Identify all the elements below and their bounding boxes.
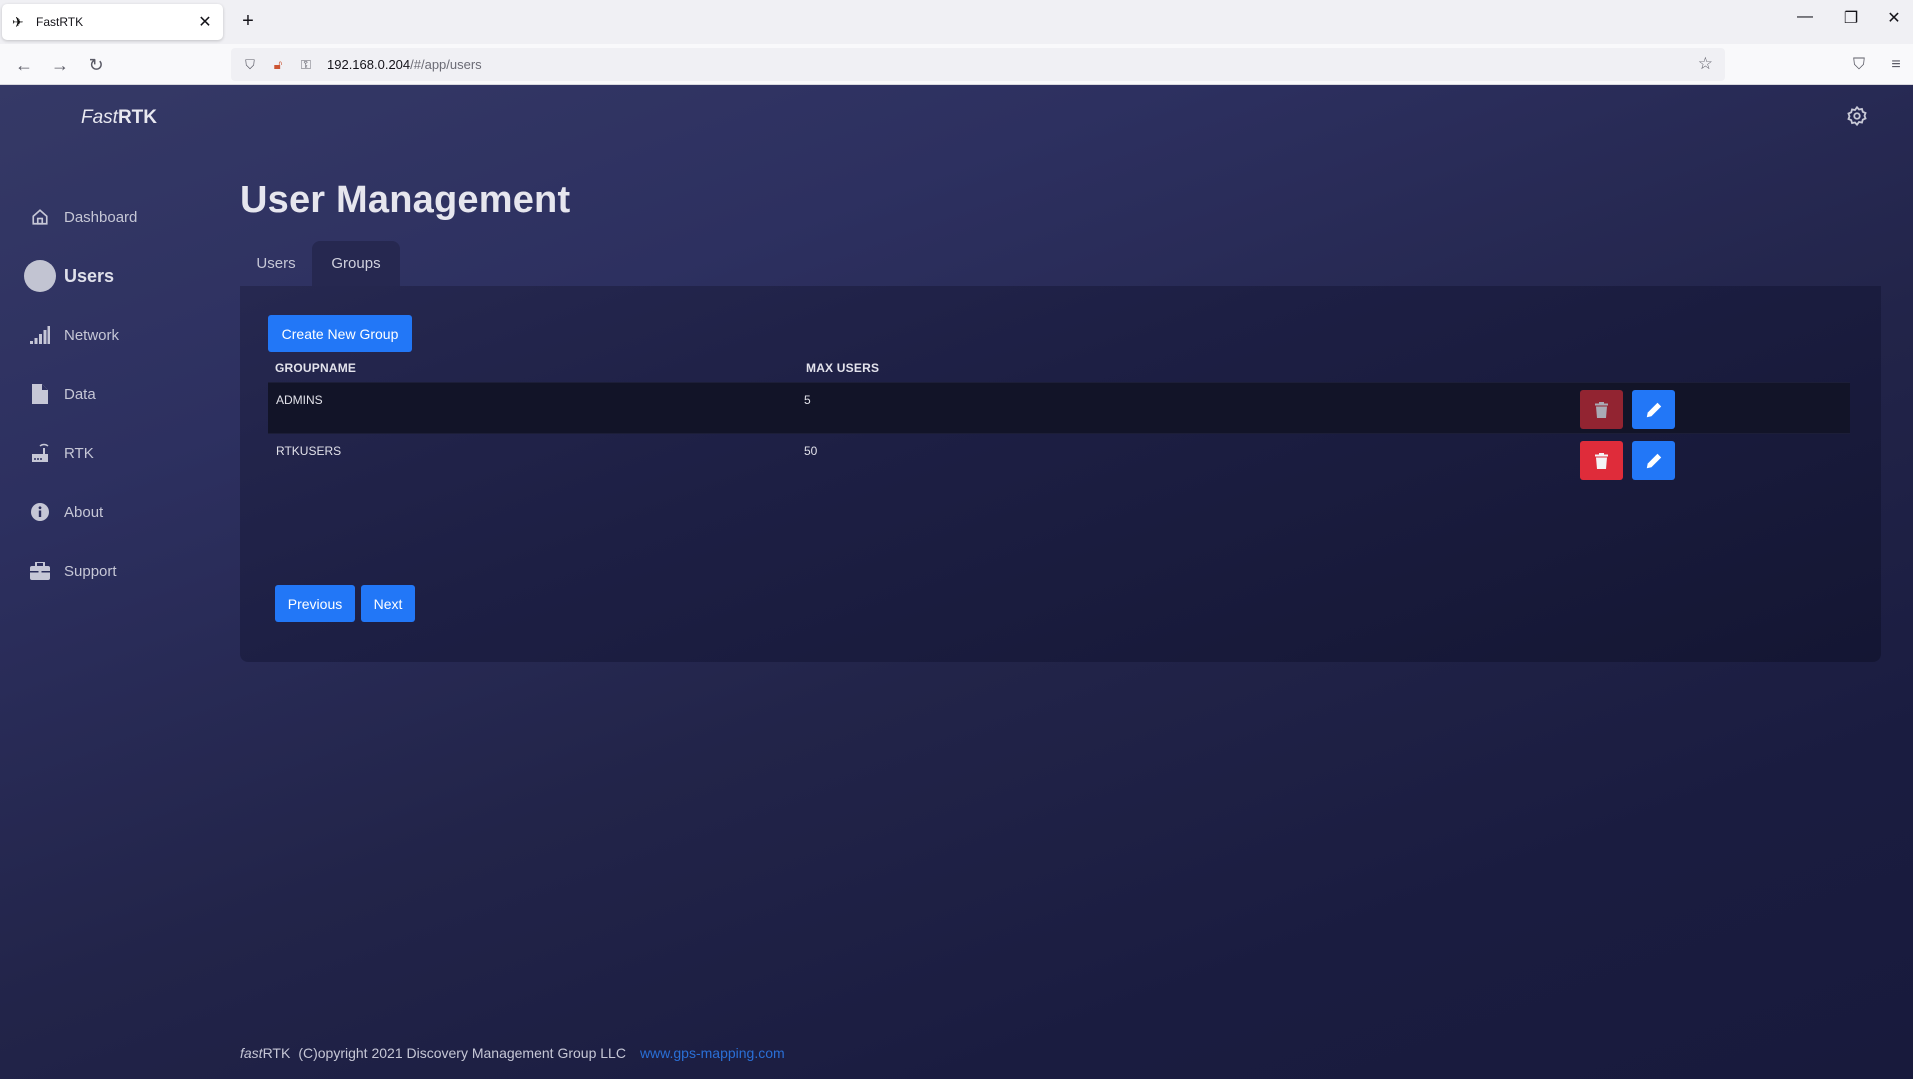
page-title: User Management xyxy=(240,179,571,221)
sidebar-item-about[interactable]: About xyxy=(28,497,103,527)
info-icon xyxy=(28,500,52,524)
pencil-icon xyxy=(1646,402,1661,417)
home-icon xyxy=(28,205,52,229)
max-users-cell: 50 xyxy=(804,444,818,458)
next-page-button[interactable]: Next xyxy=(361,585,415,622)
tab-users[interactable]: Users xyxy=(240,241,312,286)
groups-panel: Create New Group GROUPNAME MAX USERS ADM… xyxy=(240,286,1881,662)
sidebar-item-users[interactable]: Users xyxy=(24,260,115,292)
sidebar-item-dashboard[interactable]: Dashboard xyxy=(28,202,137,232)
footer-brand-rest: RTK xyxy=(262,1045,291,1061)
edit-group-button[interactable] xyxy=(1632,441,1675,480)
column-header-max-users: MAX USERS xyxy=(806,361,880,375)
footer-website-link[interactable]: www.gps-mapping.com xyxy=(640,1045,785,1061)
router-icon xyxy=(28,441,52,465)
pocket-icon[interactable]: ⛉ xyxy=(1846,52,1872,78)
create-new-group-button[interactable]: Create New Group xyxy=(268,315,412,352)
delete-group-button[interactable] xyxy=(1580,441,1623,480)
sidebar-item-label: Data xyxy=(64,385,96,403)
app-logo[interactable]: FastRTK xyxy=(81,107,157,129)
file-icon xyxy=(28,382,52,406)
shield-icon[interactable]: ⛉ xyxy=(243,57,257,73)
footer: fastRTK (C)opyright 2021 Discovery Manag… xyxy=(240,1045,785,1061)
close-tab-icon[interactable]: ✕ xyxy=(197,12,213,32)
delete-group-button[interactable] xyxy=(1580,390,1623,429)
insecure-lock-icon[interactable]: 🔓︎ xyxy=(271,57,285,73)
sidebar-item-label: Network xyxy=(64,326,120,344)
footer-brand-italic: fast xyxy=(240,1045,263,1061)
key-icon[interactable]: ⚿ xyxy=(299,57,313,73)
footer-brand: fastRTK xyxy=(240,1045,290,1061)
avatar xyxy=(24,260,56,292)
minimize-icon[interactable]: — xyxy=(1790,8,1820,26)
bookmark-star-icon[interactable]: ☆ xyxy=(1698,54,1713,74)
column-header-groupname: GROUPNAME xyxy=(275,361,357,375)
sidebar-item-label: Dashboard xyxy=(64,208,138,226)
settings-gear-icon[interactable] xyxy=(1846,105,1868,127)
logo-italic: Fast xyxy=(81,107,118,128)
sidebar-item-label: Support xyxy=(64,562,117,580)
sidebar-item-rtk[interactable]: RTK xyxy=(28,438,94,468)
edit-group-button[interactable] xyxy=(1632,390,1675,429)
previous-page-button[interactable]: Previous xyxy=(275,585,355,622)
sidebar-item-data[interactable]: Data xyxy=(28,379,96,409)
groupname-cell: RTKUSERS xyxy=(276,444,342,458)
browser-tab-title: FastRTK xyxy=(36,15,84,29)
trash-icon xyxy=(1595,452,1608,469)
sidebar-item-label: RTK xyxy=(64,444,94,462)
logo-bold: RTK xyxy=(117,107,158,128)
max-users-cell: 5 xyxy=(804,393,811,407)
forward-icon[interactable]: → xyxy=(46,52,74,78)
sidebar-item-network[interactable]: Network xyxy=(28,320,119,350)
reload-icon[interactable]: ↻ xyxy=(82,52,110,78)
sidebar-item-label: About xyxy=(64,503,104,521)
table-row: RTKUSERS 50 xyxy=(268,434,1850,486)
signal-bars-icon xyxy=(28,323,52,347)
menu-icon[interactable]: ≡ xyxy=(1883,52,1909,78)
browser-navbar: ← → ↻ ⛉ 🔓︎ ⚿ 192.168.0.204/#/app/users ☆… xyxy=(0,44,1913,85)
satellite-favicon-icon: ✈ xyxy=(12,14,24,30)
groupname-cell: ADMINS xyxy=(276,393,323,407)
back-icon[interactable]: ← xyxy=(10,52,38,78)
app-root: FastRTK Dashboard Users Network Data RTK xyxy=(0,85,1913,1079)
briefcase-icon xyxy=(28,559,52,583)
new-tab-icon[interactable]: + xyxy=(236,10,260,33)
url-host: 192.168.0.204 xyxy=(327,57,411,72)
footer-copyright: (C)opyright 2021 Discovery Management Gr… xyxy=(298,1045,626,1061)
url-text[interactable]: 192.168.0.204/#/app/users xyxy=(327,57,482,72)
sidebar-item-support[interactable]: Support xyxy=(28,556,117,586)
browser-tab[interactable]: ✈ FastRTK ✕ xyxy=(2,4,223,40)
restore-icon[interactable]: ❐ xyxy=(1836,8,1866,28)
browser-tabstrip: ✈ FastRTK ✕ + — ❐ ✕ xyxy=(0,0,1913,44)
window-close-icon[interactable]: ✕ xyxy=(1879,8,1909,28)
url-path: /#/app/users xyxy=(410,57,482,72)
trash-icon xyxy=(1595,401,1608,418)
url-bar[interactable]: ⛉ 🔓︎ ⚿ 192.168.0.204/#/app/users ☆ xyxy=(231,48,1725,81)
sidebar-item-label: Users xyxy=(64,265,115,286)
tab-groups[interactable]: Groups xyxy=(312,241,400,286)
pencil-icon xyxy=(1646,453,1661,468)
table-row: ADMINS 5 xyxy=(268,382,1850,434)
